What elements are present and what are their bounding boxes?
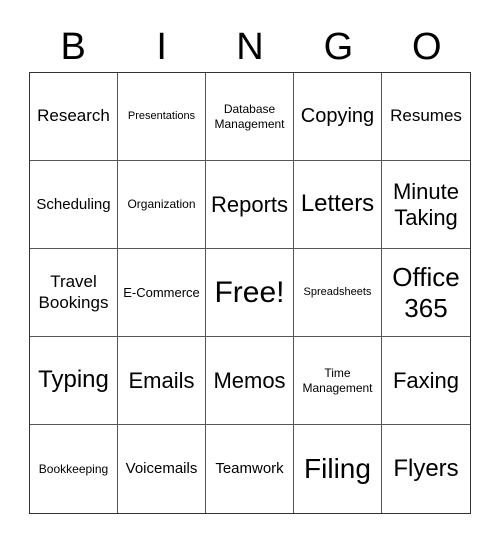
bingo-cell[interactable]: Time Management [294,337,382,425]
bingo-cell[interactable]: Teamwork [206,425,294,513]
bingo-cell[interactable]: Minute Taking [382,161,470,249]
bingo-cell[interactable]: Scheduling [30,161,118,249]
bingo-cell[interactable]: Research [30,73,118,161]
bingo-cell[interactable]: Travel Bookings [30,249,118,337]
header-letter-n: N [236,26,264,68]
free-space-cell[interactable]: Free! [206,249,294,337]
bingo-cell[interactable]: Office 365 [382,249,470,337]
bingo-cell[interactable]: Emails [118,337,206,425]
bingo-cell[interactable]: Memos [206,337,294,425]
bingo-cell[interactable]: Spreadsheets [294,249,382,337]
header-letter-o: O [412,26,442,68]
bingo-cell[interactable]: Letters [294,161,382,249]
bingo-cell[interactable]: Typing [30,337,118,425]
header-letter-g: G [323,26,354,68]
bingo-cell[interactable]: Voicemails [118,425,206,513]
bingo-cell[interactable]: Copying [294,73,382,161]
bingo-cell[interactable]: Filing [294,425,382,513]
bingo-header: B I N G O [29,22,471,72]
bingo-cell[interactable]: Faxing [382,337,470,425]
header-letter-b: B [60,26,86,68]
bingo-cell[interactable]: Resumes [382,73,470,161]
bingo-cell[interactable]: Organization [118,161,206,249]
bingo-cell[interactable]: Reports [206,161,294,249]
bingo-card-grid: Research Presentations Database Management… [29,72,471,514]
bingo-cell[interactable]: E-Commerce [118,249,206,337]
bingo-cell[interactable]: Presentations [118,73,206,161]
bingo-cell[interactable]: Bookkeeping [30,425,118,513]
bingo-cell[interactable]: Database Management [206,73,294,161]
header-letter-i: I [156,26,167,68]
bingo-cell[interactable]: Flyers [382,425,470,513]
